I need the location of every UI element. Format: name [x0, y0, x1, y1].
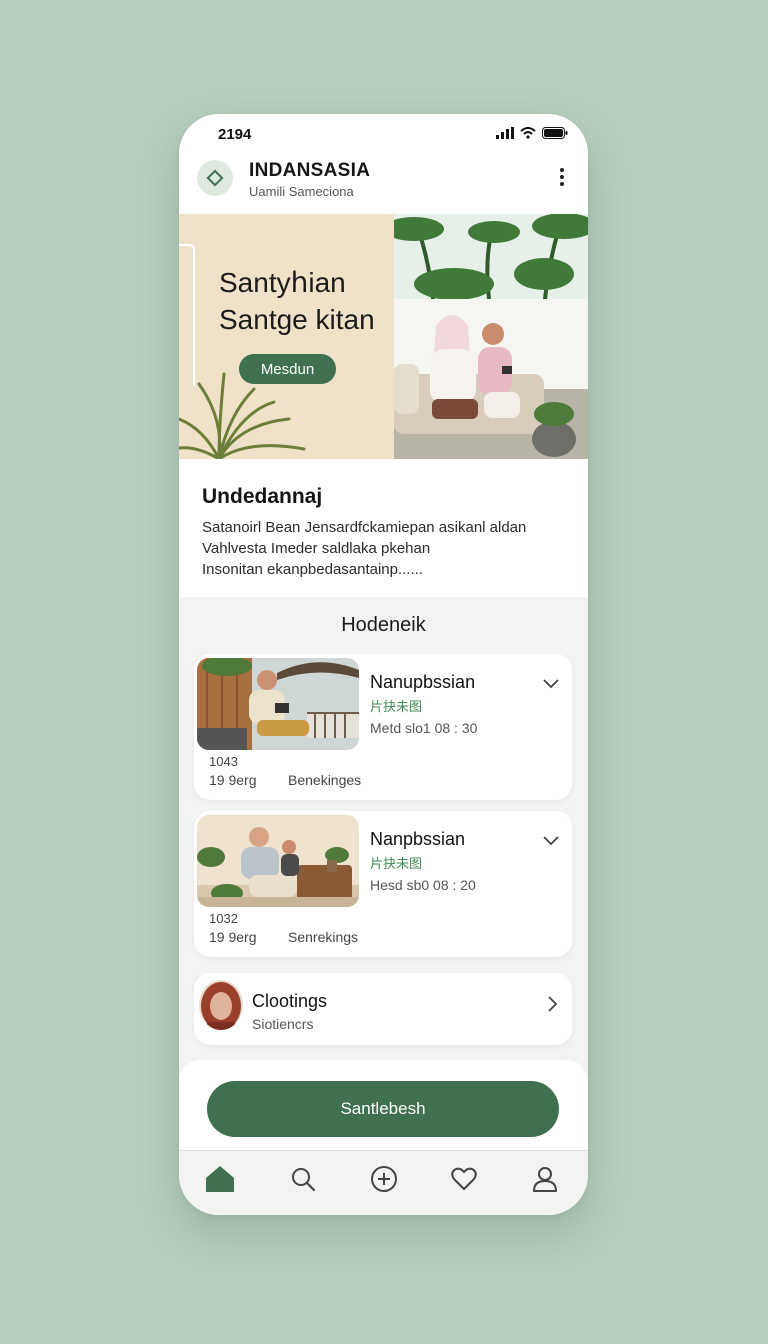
listing-card[interactable]: Nanpbssian 片抉未图 Hesd sb0 08 : 20 1032 19…	[194, 811, 572, 957]
contact-subtitle: Siotiencrs	[252, 1016, 314, 1032]
chevron-right-icon[interactable]	[545, 995, 559, 1013]
battery-icon	[542, 127, 568, 139]
intro-heading: Undedannaj	[202, 485, 323, 508]
contact-name: Clootings	[252, 991, 328, 1011]
app-logo[interactable]	[197, 160, 233, 196]
avatar	[199, 980, 243, 1030]
add-icon[interactable]	[368, 1163, 400, 1195]
bottom-panel: Santlebesh	[179, 1060, 588, 1150]
listing-name: Nanupbssian	[370, 672, 476, 692]
listing-number: 1032	[209, 911, 238, 926]
wifi-icon	[520, 127, 536, 139]
bottom-nav	[179, 1150, 588, 1215]
listing-photo	[197, 658, 359, 750]
search-icon[interactable]	[287, 1163, 319, 1195]
primary-cta-button[interactable]: Santlebesh	[207, 1081, 559, 1137]
hero-photo	[394, 214, 588, 459]
intro-line: Vahlvesta Imeder saldlaka pkehan	[202, 540, 431, 557]
hero-title-line-2: Santge kitan	[219, 304, 375, 335]
section-title: Hodeneik	[341, 614, 426, 636]
intro-text: Satanoirl Bean Jensardfckamiepan asikanl…	[202, 517, 572, 580]
listing-number: 1043	[209, 754, 238, 769]
chevron-down-icon[interactable]	[542, 833, 560, 847]
status-time: 2194	[218, 126, 252, 143]
listing-photo	[197, 815, 359, 907]
listing-extra: Senrekings	[288, 929, 359, 945]
hero-button[interactable]: Mesdun	[239, 354, 336, 384]
profile-icon[interactable]	[529, 1163, 561, 1195]
status-bar: 2194	[179, 114, 588, 154]
listing-meta: Metd slo1 08 : 30	[370, 720, 478, 736]
tag-icon	[206, 169, 224, 187]
chevron-down-icon[interactable]	[542, 676, 560, 690]
status-icons	[496, 127, 568, 139]
heart-icon[interactable]	[448, 1163, 480, 1195]
intro-line: Satanoirl Bean Jensardfckamiepan asikanl…	[202, 519, 527, 536]
listing-extra: Benekinges	[288, 772, 362, 788]
listing-meta: Hesd sb0 08 : 20	[370, 877, 476, 893]
app-title: INDANSASIA	[249, 160, 371, 181]
intro-section: Undedannaj Satanoirl Bean Jensardfckamie…	[179, 459, 588, 597]
more-menu-icon[interactable]	[554, 164, 570, 190]
home-icon[interactable]	[204, 1163, 236, 1195]
intro-line: Insonitan ekanpbedasantainp......	[202, 561, 424, 578]
phone-frame: 2194 INDANSASIA Uamili Sameciona Santyհi…	[179, 114, 588, 1215]
listing-card[interactable]: Nanupbssian 片抉未图 Metd slo1 08 : 30 1043 …	[194, 654, 572, 800]
hero-title: Santyհian Santge kitan	[219, 264, 399, 338]
listing-date: 19 9erg	[209, 929, 257, 945]
listing-tag: 片抉未图	[370, 856, 423, 871]
listing-date: 19 9erg	[209, 772, 257, 788]
listing-tag: 片抉未图	[370, 699, 423, 714]
hero-title-line-1: Santyհian	[219, 267, 346, 298]
app-bar: INDANSASIA Uamili Sameciona	[179, 154, 588, 214]
hero-banner: Santyհian Santge kitan Mesdun	[179, 214, 588, 459]
listing-name: Nanpbssian	[370, 829, 466, 849]
contact-card[interactable]: Clootings Siotiencrs	[194, 973, 572, 1045]
app-subtitle: Uamili Sameciona	[249, 184, 354, 199]
signal-icon	[496, 127, 514, 139]
